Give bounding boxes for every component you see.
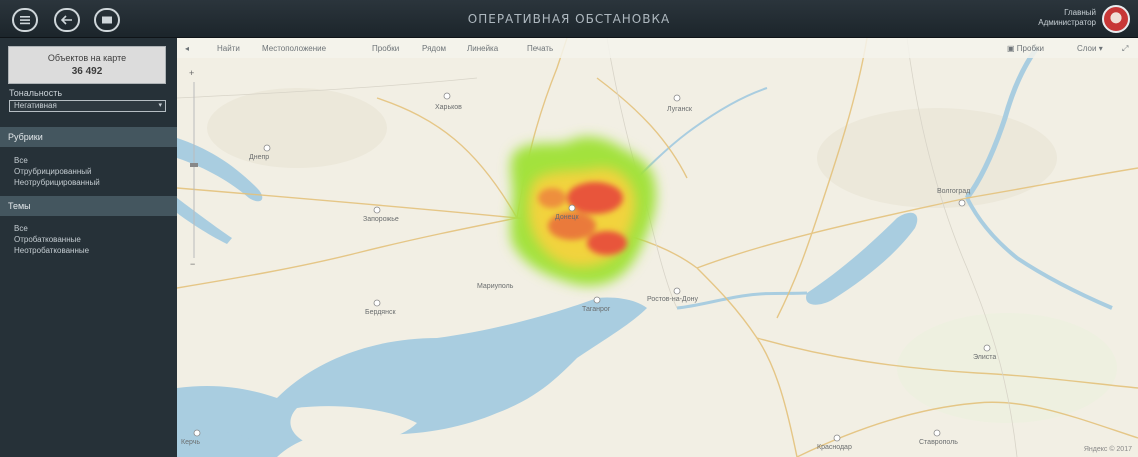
map-traffic-toggle[interactable]: ▣ Пробки — [1007, 44, 1044, 53]
tonality-value: Негативная — [14, 101, 57, 110]
place-label: Краснодар — [817, 444, 852, 451]
place-label: Волгоград — [937, 188, 971, 195]
fullscreen-icon[interactable]: ⤢ — [1122, 44, 1128, 54]
map-toolbar: ◂ Найти Местоположение Пробки Рядом Лине… — [177, 38, 1138, 58]
place-label: Таганрог — [582, 306, 611, 313]
chevron-down-icon: ▾ — [158, 102, 162, 109]
map-tool-search[interactable]: Найти — [217, 44, 240, 53]
theme-item-unprocessed[interactable]: Неотробаткованные — [14, 246, 89, 255]
heat-zone-high — [587, 231, 627, 255]
user-info: Главный Администратор — [1038, 8, 1096, 28]
page-title: ОПЕРАТИВНАЯ ОБСТАНОВКА — [467, 12, 671, 26]
heat-zone-high — [538, 188, 566, 208]
layers-label: Слои — [1077, 44, 1097, 53]
place-label: Донецк — [555, 214, 579, 221]
place-label: Элиста — [973, 354, 997, 361]
app-window: ОПЕРАТИВНАЯ ОБСТАНОВКА Главный Администр… — [0, 0, 1138, 457]
rubric-item-categorized[interactable]: Отрубрицированный — [14, 167, 91, 176]
theme-item-all[interactable]: Все — [14, 224, 28, 233]
rubrics-header[interactable]: Рубрики — [0, 127, 177, 147]
zoom-in-icon[interactable]: + — [189, 68, 194, 78]
place-label: Мариуполь — [477, 283, 514, 290]
place-label: Ростов-на-Дону — [647, 296, 698, 303]
top-bar: ОПЕРАТИВНАЯ ОБСТАНОВКА Главный Администр… — [0, 0, 1138, 38]
avatar[interactable] — [1102, 5, 1130, 33]
place-label: Луганск — [667, 106, 692, 113]
map-tool-print[interactable]: Печать — [527, 44, 553, 53]
locate-icon[interactable]: ◂ — [185, 44, 189, 53]
objects-label: Объектов на карте — [47, 53, 127, 63]
rubric-item-uncategorized[interactable]: Неотрубрицированный — [14, 178, 100, 187]
sidebar: Объектов на карте 36 492 Тональность Нег… — [0, 38, 177, 457]
tonality-label: Тональность — [9, 88, 63, 98]
traffic-icon: ▣ — [1007, 44, 1015, 53]
theme-item-processed[interactable]: Отробаткованные — [14, 235, 81, 244]
map-tool-nearby[interactable]: Рядом — [422, 44, 446, 53]
map-tool-ruler[interactable]: Линейка — [467, 44, 498, 53]
map-copyright: Яндекс © 2017 — [1083, 446, 1132, 453]
objects-counter: Объектов на карте 36 492 — [8, 46, 166, 84]
place-label: Бердянск — [365, 309, 396, 316]
map-view[interactable]: ◂ Найти Местоположение Пробки Рядом Лине… — [177, 38, 1138, 457]
place-label: Днепр — [249, 154, 270, 161]
objects-count: 36 492 — [71, 66, 103, 77]
terrain-patch — [897, 313, 1117, 423]
traffic-toggle-label: Пробки — [1016, 44, 1044, 53]
place-label: Харьков — [435, 104, 462, 111]
chevron-down-icon: ▾ — [1098, 44, 1103, 53]
heat-zone-high — [567, 182, 623, 214]
map-tool-traffic[interactable]: Пробки — [372, 44, 399, 53]
user-name: Главный — [1064, 8, 1096, 17]
zoom-handle[interactable] — [190, 163, 198, 167]
map-layers-button[interactable]: Слои ▾ — [1077, 44, 1103, 53]
place-label: Запорожье — [363, 216, 399, 223]
map-tool-location[interactable]: Местоположение — [262, 44, 326, 53]
zoom-control[interactable]: + − — [187, 68, 201, 268]
user-role: Администратор — [1038, 18, 1096, 27]
themes-header[interactable]: Темы — [0, 196, 177, 216]
terrain-patch — [207, 88, 387, 168]
zoom-out-icon[interactable]: − — [190, 259, 195, 268]
tonality-select[interactable]: Негативная ▾ — [9, 100, 166, 112]
place-label: Ставрополь — [919, 439, 958, 446]
place-label: Керчь — [181, 439, 201, 446]
map-canvas[interactable] — [177, 38, 1138, 457]
rubric-item-all[interactable]: Все — [14, 156, 28, 165]
